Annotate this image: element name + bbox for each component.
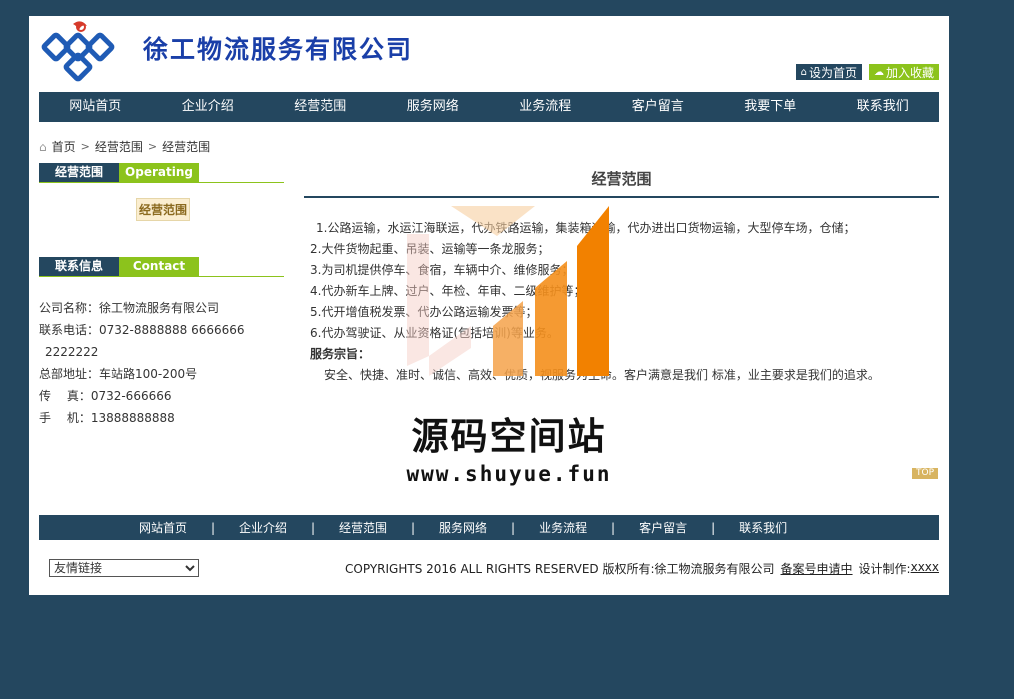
bookmark-icon: ☁	[873, 66, 884, 78]
footer-separator: |	[411, 520, 416, 535]
main-nav: 网站首页 企业介绍 经营范围 服务网络 业务流程 客户留言 我要下单 联系我们	[39, 92, 939, 122]
copyright-text: COPYRIGHTS 2016 ALL RIGHTS RESERVED 版权所有…	[345, 562, 775, 576]
footer-link-home[interactable]: 网站首页	[139, 519, 187, 536]
friend-links-select[interactable]: 友情链接	[49, 559, 199, 577]
breadcrumb-current: 经营范围	[162, 140, 211, 154]
sidebar-contact-subtitle: Contact	[119, 257, 199, 276]
content-title: 经营范围	[591, 170, 652, 188]
nav-item-scope[interactable]: 经营范围	[264, 92, 377, 122]
page-container: 徐工物流服务有限公司 ⌂ 设为首页 ☁ 加入收藏 网站首页 企业介绍 经营范围 …	[29, 16, 949, 595]
footer-link-message[interactable]: 客户留言	[639, 519, 687, 536]
watermark-text: 源码空间站	[411, 415, 607, 458]
contact-fax: 传 真：0732-666666	[39, 389, 172, 403]
nav-item-network[interactable]: 服务网络	[377, 92, 490, 122]
add-favorite-label: 加入收藏	[885, 65, 934, 80]
footer-link-contact[interactable]: 联系我们	[739, 519, 787, 536]
sidebar-contact-title: 联系信息	[39, 257, 119, 276]
footer-separator: |	[511, 520, 516, 535]
set-home-label: 设为首页	[808, 65, 857, 80]
footer-link-scope[interactable]: 经营范围	[339, 519, 387, 536]
footer-link-about[interactable]: 企业介绍	[239, 519, 287, 536]
company-title: 徐工物流服务有限公司	[143, 35, 414, 64]
breadcrumb-separator: >	[80, 140, 90, 153]
contact-company: 公司名称：徐工物流服务有限公司	[39, 301, 220, 315]
home-icon: ⌂	[800, 66, 807, 78]
nav-item-contact[interactable]: 联系我们	[827, 92, 940, 122]
design-credit: 设计制作: xxxx	[859, 560, 939, 577]
set-home-button[interactable]: ⌂ 设为首页	[795, 64, 862, 80]
breadcrumb-home-icon: ⌂	[39, 139, 47, 154]
sidebar-contact-header: 联系信息 Contact	[39, 257, 284, 277]
header-links: ⌂ 设为首页 ☁ 加入收藏	[795, 64, 939, 80]
design-link[interactable]: xxxx	[911, 560, 939, 577]
contact-phone: 联系电话：0732-8888888 6666666	[39, 323, 245, 337]
contact-mobile: 手 机：13888888888	[39, 411, 175, 425]
footer-separator: |	[210, 520, 216, 535]
sidebar-category-item[interactable]: 经营范围	[136, 198, 191, 221]
breadcrumb-home-link[interactable]: 首页	[52, 138, 76, 155]
watermark-logo	[407, 206, 609, 376]
sidebar-category-title: 经营范围	[39, 163, 119, 182]
footer-link-network[interactable]: 服务网络	[439, 519, 487, 536]
nav-item-about[interactable]: 企业介绍	[152, 92, 265, 122]
company-logo	[41, 21, 115, 82]
watermark-url: www.shuyue.fun	[406, 462, 612, 486]
copyright-bar: COPYRIGHTS 2016 ALL RIGHTS RESERVED 版权所有…	[345, 560, 939, 577]
icp-link[interactable]: 备案号申请中	[781, 560, 853, 577]
breadcrumb-scope-link[interactable]: 经营范围	[95, 138, 143, 155]
sidebar-category-subtitle: Operating	[119, 163, 199, 182]
nav-item-message[interactable]: 客户留言	[602, 92, 715, 122]
add-favorite-button[interactable]: ☁ 加入收藏	[868, 64, 939, 80]
breadcrumb: ⌂ 首页 > 经营范围 > 经营范围	[39, 138, 210, 155]
sidebar-category-header: 经营范围 Operating	[39, 163, 284, 183]
nav-item-order[interactable]: 我要下单	[714, 92, 827, 122]
footer-separator: |	[711, 520, 716, 535]
contact-address: 总部地址：车站路100-200号	[39, 367, 198, 381]
nav-item-process[interactable]: 业务流程	[489, 92, 602, 122]
footer-separator: |	[311, 520, 316, 535]
footer-separator: |	[611, 520, 616, 535]
back-to-top-button[interactable]: TOP	[912, 468, 938, 479]
footer-nav: 网站首页 | 企业介绍 | 经营范围 | 服务网络 | 业务流程 | 客户留言 …	[39, 515, 939, 540]
nav-item-home[interactable]: 网站首页	[39, 92, 152, 122]
content-divider	[304, 196, 939, 198]
footer-link-process[interactable]: 业务流程	[539, 519, 587, 536]
design-label: 设计制作:	[858, 562, 911, 576]
contact-phone-extra: 2222222	[45, 345, 99, 359]
breadcrumb-separator: >	[147, 140, 158, 153]
contact-info: 公司名称：徐工物流服务有限公司 联系电话：0732-8888888 666666…	[39, 297, 259, 429]
